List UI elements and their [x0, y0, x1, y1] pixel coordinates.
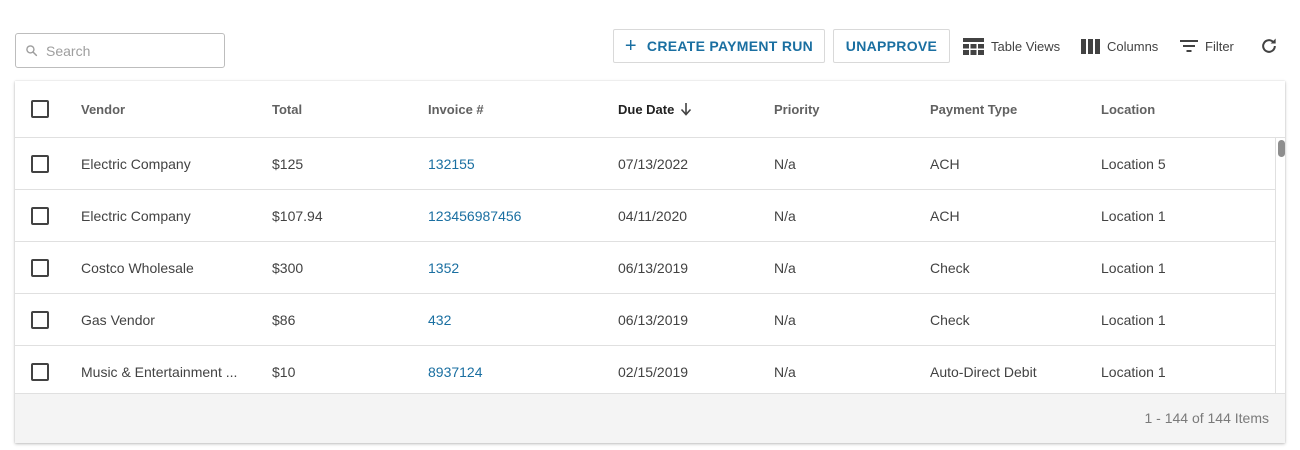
- column-header-due-date[interactable]: Due Date: [618, 81, 758, 137]
- invoice-link[interactable]: 132155: [428, 138, 598, 189]
- total-cell: $86: [272, 311, 296, 328]
- payment-type-cell: Auto-Direct Debit: [930, 363, 1037, 380]
- row-checkbox[interactable]: [31, 155, 49, 173]
- location-cell: Location 5: [1101, 155, 1166, 172]
- table-views-icon: [963, 37, 984, 55]
- select-all-checkbox[interactable]: [31, 100, 49, 118]
- table-footer: 1 - 144 of 144 Items: [15, 393, 1285, 443]
- vendor-cell: Electric Company: [81, 155, 191, 172]
- column-header-vendor-label: Vendor: [81, 101, 126, 117]
- due-date-cell: 02/15/2019: [618, 363, 689, 380]
- column-header-location-label: Location: [1101, 101, 1156, 117]
- location-cell: Location 1: [1101, 311, 1166, 328]
- total-cell: $10: [272, 363, 296, 380]
- table-row[interactable]: Gas Vendor $86 432 06/13/2019 N/a Check …: [15, 294, 1275, 346]
- table-row[interactable]: Costco Wholesale $300 1352 06/13/2019 N/…: [15, 242, 1275, 294]
- total-cell: $125: [272, 155, 304, 172]
- filter-icon: [1180, 40, 1198, 52]
- due-date-cell: 06/13/2019: [618, 259, 689, 276]
- payment-type-cell: Check: [930, 259, 970, 276]
- column-header-invoice-label: Invoice #: [428, 101, 484, 117]
- scrollbar-thumb[interactable]: [1278, 140, 1285, 157]
- payment-type-cell: Check: [930, 311, 970, 328]
- row-checkbox[interactable]: [31, 259, 49, 277]
- column-header-due-date-label: Due Date: [618, 101, 675, 117]
- vertical-scrollbar[interactable]: [1275, 138, 1285, 393]
- location-cell: Location 1: [1101, 259, 1166, 276]
- row-checkbox[interactable]: [31, 311, 49, 329]
- search-box[interactable]: [15, 33, 225, 68]
- plus-icon: +: [624, 35, 637, 57]
- priority-cell: N/a: [774, 311, 796, 328]
- column-header-total[interactable]: Total: [272, 81, 412, 137]
- column-header-priority-label: Priority: [774, 101, 820, 117]
- column-header-location[interactable]: Location: [1101, 81, 1261, 137]
- item-count: 1 - 144 of 144 Items: [1144, 410, 1269, 426]
- columns-icon: [1081, 38, 1100, 54]
- column-header-total-label: Total: [272, 101, 303, 117]
- unapprove-button[interactable]: UNAPPROVE: [833, 29, 950, 63]
- invoice-link[interactable]: 8937124: [428, 346, 598, 393]
- priority-cell: N/a: [774, 363, 796, 380]
- invoice-link[interactable]: 1352: [428, 242, 598, 293]
- row-checkbox[interactable]: [31, 207, 49, 225]
- total-cell: $300: [272, 259, 304, 276]
- create-payment-run-label: CREATE PAYMENT RUN: [646, 38, 814, 54]
- invoice-link[interactable]: 123456987456: [428, 190, 598, 241]
- table-header: Vendor Total Invoice # Due Date Priority…: [15, 81, 1285, 138]
- priority-cell: N/a: [774, 155, 796, 172]
- table-row[interactable]: Electric Company $125 132155 07/13/2022 …: [15, 138, 1275, 190]
- refresh-button[interactable]: [1259, 36, 1286, 56]
- invoice-table: Vendor Total Invoice # Due Date Priority…: [15, 81, 1285, 443]
- table-views-label: Table Views: [991, 38, 1061, 54]
- create-payment-run-button[interactable]: + CREATE PAYMENT RUN: [613, 29, 825, 63]
- search-input[interactable]: [46, 34, 218, 67]
- location-cell: Location 1: [1101, 363, 1166, 380]
- priority-cell: N/a: [774, 259, 796, 276]
- unapprove-label: UNAPPROVE: [845, 38, 938, 54]
- row-checkbox[interactable]: [31, 363, 49, 381]
- columns-button[interactable]: Columns: [1081, 36, 1158, 56]
- table-row[interactable]: Electric Company $107.94 123456987456 04…: [15, 190, 1275, 242]
- table-row[interactable]: Music & Entertainment ... $10 8937124 02…: [15, 346, 1275, 393]
- due-date-cell: 04/11/2020: [618, 207, 688, 224]
- column-header-priority[interactable]: Priority: [774, 81, 914, 137]
- priority-cell: N/a: [774, 207, 796, 224]
- column-header-vendor[interactable]: Vendor: [81, 81, 243, 137]
- table-body: Electric Company $125 132155 07/13/2022 …: [15, 138, 1275, 393]
- location-cell: Location 1: [1101, 207, 1166, 224]
- columns-label: Columns: [1107, 38, 1159, 54]
- due-date-cell: 07/13/2022: [618, 155, 689, 172]
- search-icon: [26, 45, 38, 57]
- sort-arrow-down-icon: [681, 103, 692, 116]
- due-date-cell: 06/13/2019: [618, 311, 689, 328]
- column-header-payment-type[interactable]: Payment Type: [930, 81, 1090, 137]
- refresh-icon: [1262, 38, 1276, 53]
- table-views-button[interactable]: Table Views: [963, 36, 1060, 56]
- payment-type-cell: ACH: [930, 207, 960, 224]
- vendor-cell: Electric Company: [81, 207, 191, 224]
- invoice-link[interactable]: 432: [428, 294, 598, 345]
- payment-type-cell: ACH: [930, 155, 960, 172]
- vendor-cell: Costco Wholesale: [81, 259, 194, 276]
- column-header-payment-type-label: Payment Type: [930, 101, 1018, 117]
- total-cell: $107.94: [272, 207, 323, 224]
- vendor-cell: Music & Entertainment ...: [81, 363, 238, 380]
- vendor-cell: Gas Vendor: [81, 311, 155, 328]
- filter-label: Filter: [1205, 38, 1234, 54]
- filter-button[interactable]: Filter: [1180, 36, 1234, 56]
- column-header-invoice[interactable]: Invoice #: [428, 81, 598, 137]
